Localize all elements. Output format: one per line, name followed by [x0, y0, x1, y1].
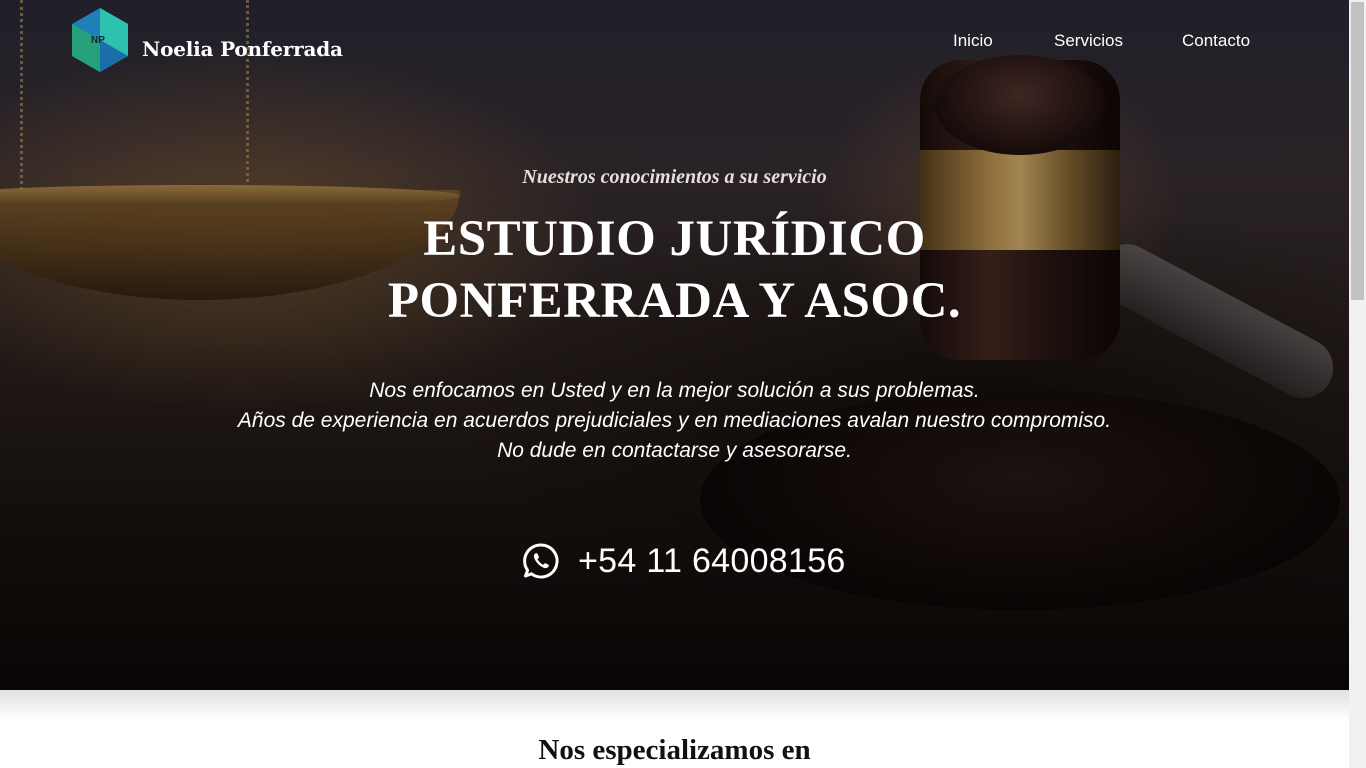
- logo-link[interactable]: NP: [72, 8, 128, 72]
- hero-title-line2: PONFERRADA Y ASOC.: [387, 273, 962, 329]
- page: NP Noelia Ponferrada Inicio Servicios Co…: [0, 0, 1349, 768]
- hero-title: ESTUDIO JURÍDICO PONFERRADA Y ASOC.: [0, 208, 1349, 332]
- services-section-title: Nos especializamos en: [538, 734, 811, 766]
- hero-description-line: No dude en contactarse y asesorarse.: [497, 439, 852, 462]
- logo-text: NP: [91, 35, 105, 46]
- nav-link-inicio[interactable]: Inicio: [953, 31, 993, 51]
- brand-name: Noelia Ponferrada: [142, 37, 343, 61]
- whatsapp-phone-link[interactable]: +54 11 64008156: [522, 540, 846, 582]
- hero-description-line: Nos enfocamos en Usted y en la mejor sol…: [369, 379, 980, 402]
- hero-section: NP Noelia Ponferrada Inicio Servicios Co…: [0, 0, 1349, 690]
- vertical-scrollbar-thumb[interactable]: [1351, 2, 1364, 300]
- nav-link-servicios[interactable]: Servicios: [1054, 31, 1123, 51]
- hero-tagline: Nuestros conocimientos a su servicio: [522, 166, 827, 188]
- hero-title-line1: ESTUDIO JURÍDICO: [423, 211, 926, 267]
- hero-overlay: [0, 0, 1349, 690]
- logo-hexagon-icon: NP: [72, 8, 128, 72]
- hero-description-line: Años de experiencia en acuerdos prejudic…: [237, 409, 1112, 432]
- whatsapp-icon: [522, 542, 560, 580]
- phone-number: +54 11 64008156: [578, 541, 846, 580]
- hero-description: Nos enfocamos en Usted y en la mejor sol…: [0, 376, 1349, 466]
- nav-link-contacto[interactable]: Contacto: [1182, 31, 1250, 51]
- section-divider-shadow: [0, 690, 1349, 720]
